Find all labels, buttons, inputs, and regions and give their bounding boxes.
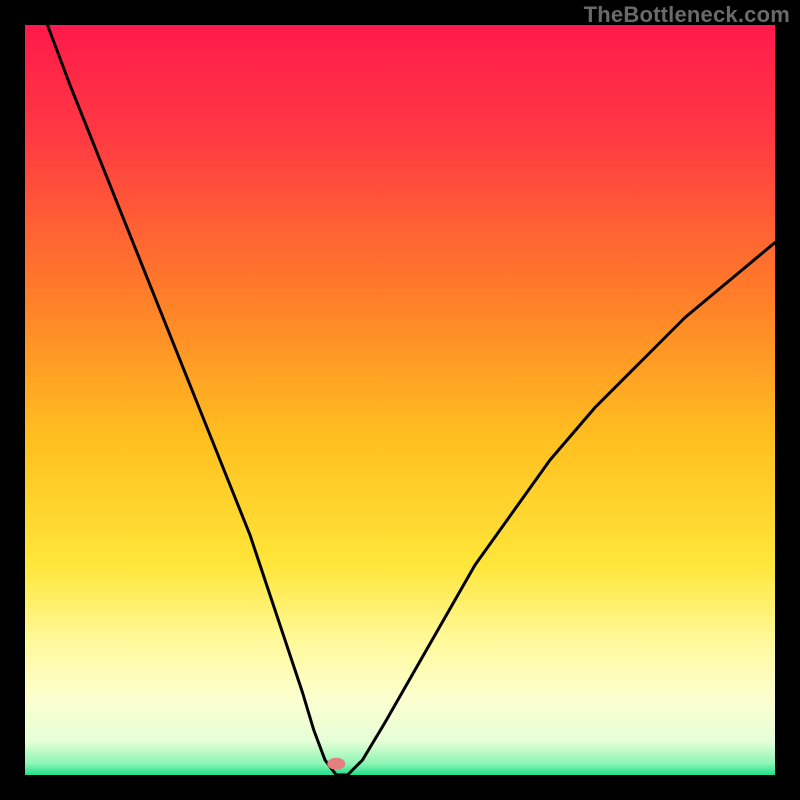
gradient-background — [25, 25, 775, 775]
watermark-text: TheBottleneck.com — [584, 2, 790, 28]
bottleneck-plot — [25, 25, 775, 775]
plot-area — [25, 25, 775, 775]
optimal-marker — [327, 758, 345, 770]
chart-frame: TheBottleneck.com — [0, 0, 800, 800]
